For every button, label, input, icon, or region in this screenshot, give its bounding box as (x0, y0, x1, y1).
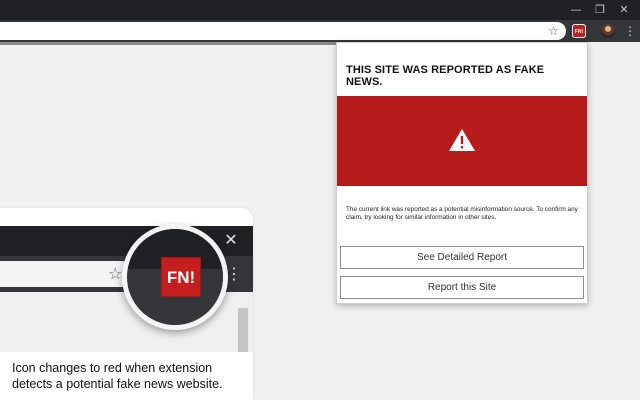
illustration-address-bar: ☆ (0, 261, 135, 287)
fake-news-extension-icon[interactable]: FN! (572, 24, 586, 38)
maximize-button[interactable]: ❐ (590, 2, 610, 18)
bookmark-star-icon[interactable]: ☆ (548, 23, 562, 39)
warning-triangle-icon (449, 129, 475, 151)
browser-menu-icon[interactable]: ⋮ (624, 22, 636, 40)
see-detailed-report-button[interactable]: See Detailed Report (340, 246, 584, 269)
callout-caption: Icon changes to red when extension detec… (12, 361, 223, 391)
close-window-button[interactable]: ✕ (614, 2, 634, 18)
alert-banner (337, 96, 587, 186)
magnifier-lens: FN! (122, 224, 228, 330)
feature-callout-card: ✕ ☆ ⋮ FN! Icon changes to red when exten… (0, 208, 253, 400)
illustration-scrollbar (238, 308, 248, 352)
extension-popup: THIS SITE WAS REPORTED AS FAKE NEWS. The… (336, 42, 588, 304)
popup-message: The current link was reported as a poten… (346, 206, 578, 221)
page-top-strip (0, 42, 336, 45)
profile-avatar[interactable] (601, 24, 615, 38)
browser-title-bar: — ❐ ✕ (0, 0, 640, 20)
report-this-site-button[interactable]: Report this Site (340, 276, 584, 299)
browser-toolbar: ☆ FN! ⋮ (0, 20, 640, 42)
magnified-extension-badge-icon: FN! (161, 257, 201, 297)
illustration-close-icon: ✕ (224, 230, 238, 249)
popup-title: THIS SITE WAS REPORTED AS FAKE NEWS. (346, 64, 545, 88)
minimize-button[interactable]: — (566, 2, 586, 18)
address-bar[interactable]: ☆ (0, 22, 566, 40)
